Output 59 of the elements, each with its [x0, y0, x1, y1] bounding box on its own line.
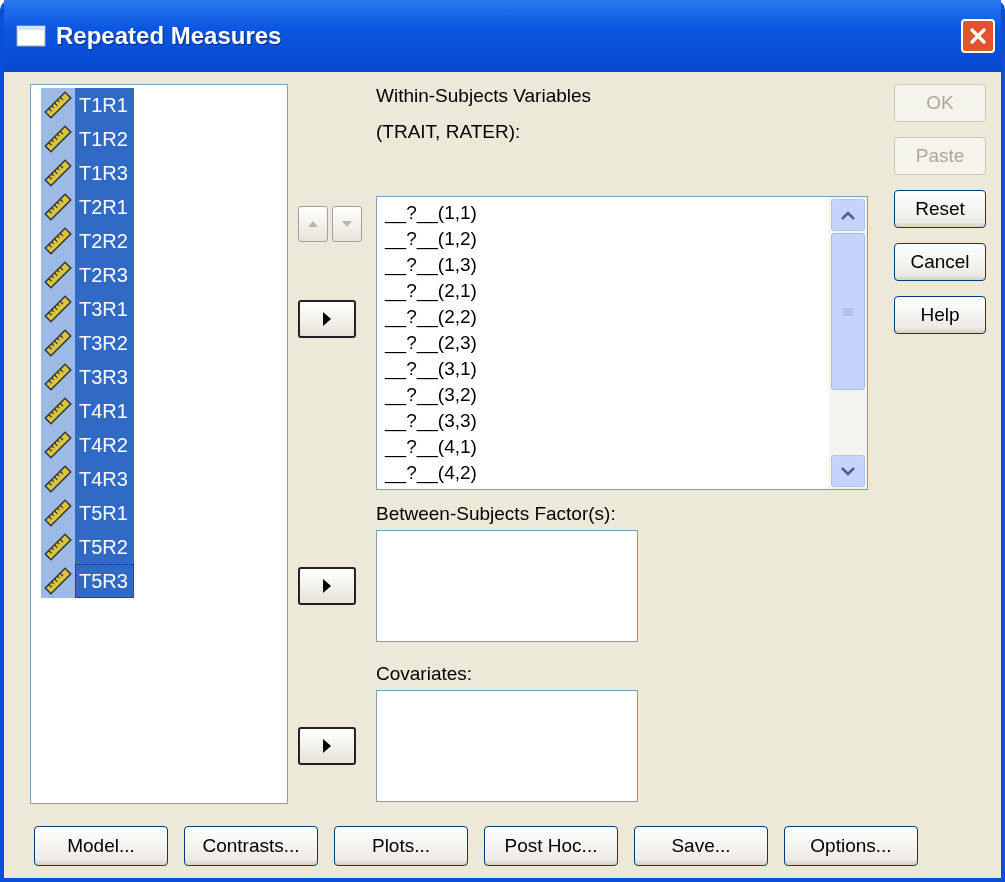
list-item[interactable]: __?__(1,1) [385, 200, 821, 226]
variable-item[interactable]: T3R2 [75, 326, 134, 360]
variable-item[interactable]: T2R3 [75, 258, 134, 292]
dialog-button[interactable]: Contrasts... [184, 826, 318, 866]
chevron-down-icon[interactable] [841, 466, 855, 476]
dialog-button[interactable]: Reset [894, 190, 986, 228]
variable-item[interactable]: T5R1 [75, 496, 134, 530]
list-item[interactable]: __?__(1,2) [385, 226, 821, 252]
window-title: Repeated Measures [56, 22, 283, 50]
variable-item[interactable]: T4R1 [75, 394, 134, 428]
close-button[interactable] [961, 19, 995, 53]
variable-item[interactable]: T1R1 [75, 88, 134, 122]
move-right-button[interactable] [298, 727, 356, 765]
list-item[interactable]: __?__(2,3) [385, 330, 821, 356]
list-item[interactable]: __?__(4,1) [385, 434, 821, 460]
move-right-button[interactable] [298, 300, 356, 338]
list-item[interactable]: __?__(4,2) [385, 460, 821, 486]
move-right-button[interactable] [298, 567, 356, 605]
variable-item[interactable]: T1R3 [75, 156, 134, 190]
variable-item[interactable]: T4R3 [75, 462, 134, 496]
dialog-button[interactable]: Post Hoc... [484, 826, 618, 866]
covariates-label: Covariates: [376, 662, 474, 686]
variable-item[interactable]: T1R2 [75, 122, 134, 156]
dialog-button[interactable]: Model... [34, 826, 168, 866]
caret-right-icon [323, 739, 331, 753]
window-icon [16, 25, 46, 47]
variable-item[interactable]: T3R3 [75, 360, 134, 394]
between-subjects-label: Between-Subjects Factor(s): [376, 502, 617, 526]
list-item[interactable]: __?__(2,1) [385, 278, 821, 304]
variable-item[interactable]: T2R1 [75, 190, 134, 224]
dialog-button[interactable]: Help [894, 296, 986, 334]
caret-down-icon [342, 221, 352, 227]
variable-item[interactable]: T4R2 [75, 428, 134, 462]
covariates-list[interactable] [376, 690, 638, 802]
dialog-button[interactable]: Plots... [334, 826, 468, 866]
factors-label: (TRAIT, RATER): [376, 120, 522, 144]
list-item[interactable]: __?__(3,2) [385, 382, 821, 408]
within-subjects-list[interactable]: __?__(1,1) __?__(1,2) __?__(1,3) __?__(2,1) __?__(2,2) __?__(2,3) __?__(3,1) __?__(3,2) __?__(3,3) __?__(4,1) __?__(4,2) [376, 196, 868, 490]
caret-right-icon [323, 579, 331, 593]
dialog-button[interactable]: Options... [784, 826, 918, 866]
within-subjects-label: Within-Subjects Variables [376, 84, 593, 108]
chevron-up-icon[interactable] [841, 210, 855, 220]
variable-item[interactable]: T3R1 [75, 292, 134, 326]
caret-up-icon [308, 221, 318, 227]
list-item[interactable]: __?__(3,3) [385, 408, 821, 434]
variable-list[interactable]: T1R1 T1R2 T1R3 T2R1 T2R2 T2R3 T3R1 T3R2 T3R3 T4R1 T4R2 T4R3 T5R1 T5R2 T5R3 [30, 84, 288, 804]
close-icon [968, 26, 988, 46]
caret-right-icon [323, 312, 331, 326]
list-item[interactable]: __?__(2,2) [385, 304, 821, 330]
dialog-button[interactable]: Save... [634, 826, 768, 866]
grip-icon [843, 307, 853, 316]
between-subjects-list[interactable] [376, 530, 638, 642]
list-item[interactable]: __?__(3,1) [385, 356, 821, 382]
scrollbar[interactable] [829, 197, 867, 489]
dialog-button[interactable]: Cancel [894, 243, 986, 281]
variable-item[interactable]: T2R2 [75, 224, 134, 258]
variable-item[interactable]: T5R3 [75, 564, 134, 598]
variable-item[interactable]: T5R2 [75, 530, 134, 564]
list-item[interactable]: __?__(1,3) [385, 252, 821, 278]
